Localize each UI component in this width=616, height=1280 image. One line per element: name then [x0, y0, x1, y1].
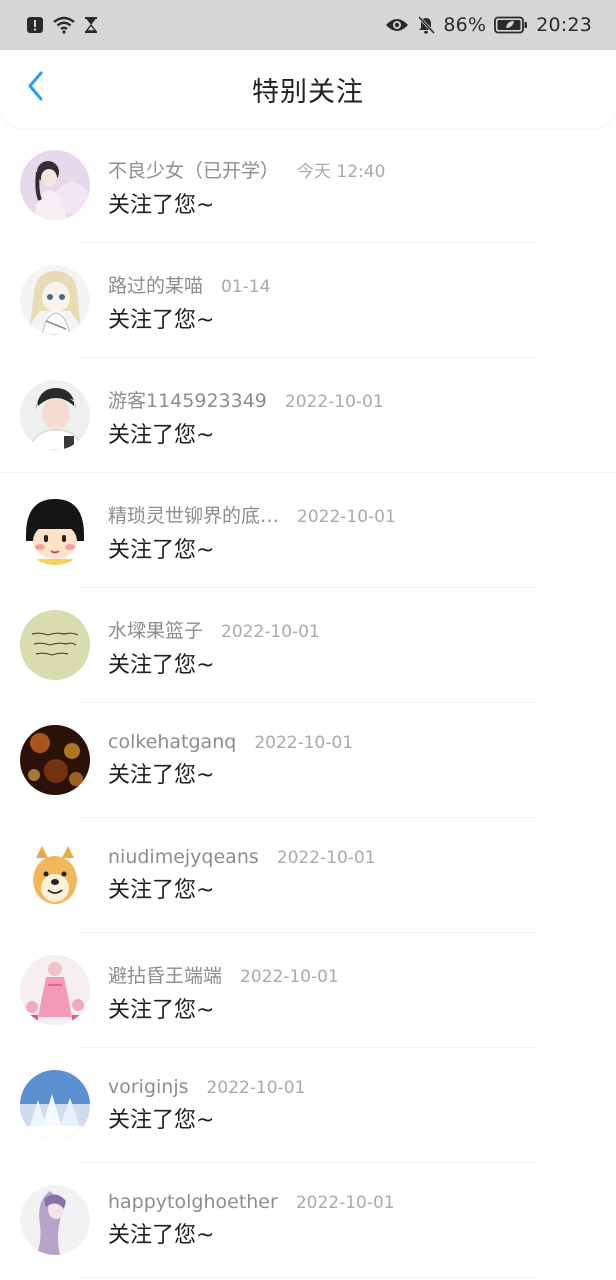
- hourglass-icon: [84, 16, 98, 34]
- timestamp: 2022-10-01: [221, 622, 320, 642]
- user-name[interactable]: voriginjs: [108, 1076, 189, 1098]
- battery-icon: [494, 16, 528, 34]
- back-button[interactable]: [18, 70, 54, 106]
- notification-item[interactable]: 不良少女（已开学） 今天 12:40 关注了您~: [0, 128, 616, 243]
- notification-text: 不良少女（已开学） 今天 12:40 关注了您~: [108, 156, 596, 219]
- user-name[interactable]: 游客1145923349: [108, 386, 267, 413]
- notification-text: 水墚果篮子 2022-10-01 关注了您~: [108, 616, 596, 679]
- avatar[interactable]: [20, 495, 90, 565]
- timestamp: 2022-10-01: [254, 733, 354, 753]
- notification-item[interactable]: colkehatganq 2022-10-01 关注了您~: [0, 703, 616, 818]
- user-name[interactable]: 不良少女（已开学）: [108, 156, 279, 183]
- user-name[interactable]: 避拈昏王端端: [108, 961, 222, 988]
- avatar[interactable]: [20, 725, 90, 795]
- notification-message: 关注了您~: [108, 878, 215, 903]
- notification-item[interactable]: 路过的某喵 01-14 关注了您~: [0, 243, 616, 358]
- notification-item[interactable]: 避拈昏王端端 2022-10-01 关注了您~: [0, 933, 616, 1048]
- bell-off-icon: [417, 15, 436, 35]
- notification-message: 关注了您~: [108, 193, 215, 218]
- avatar[interactable]: [20, 840, 90, 910]
- user-name[interactable]: colkehatganq: [108, 731, 236, 753]
- notification-item[interactable]: niudimejyqeans 2022-10-01 关注了您~: [0, 818, 616, 933]
- notification-item[interactable]: happytolghoether 2022-10-01 关注了您~: [0, 1163, 616, 1278]
- avatar[interactable]: [20, 150, 90, 220]
- notification-item[interactable]: 游客1145923349 2022-10-01 关注了您~: [0, 358, 616, 473]
- notification-text: niudimejyqeans 2022-10-01 关注了您~: [108, 846, 596, 904]
- chevron-left-icon: [26, 70, 46, 106]
- notification-text: 路过的某喵 01-14 关注了您~: [108, 271, 596, 334]
- user-name[interactable]: 精琐灵世铆界的底…: [108, 501, 279, 528]
- user-name[interactable]: 路过的某喵: [108, 271, 203, 298]
- avatar[interactable]: [20, 265, 90, 335]
- notification-text: voriginjs 2022-10-01 关注了您~: [108, 1076, 596, 1134]
- status-bar: 86% 20:23: [0, 0, 616, 50]
- notification-message: 关注了您~: [108, 653, 215, 678]
- avatar[interactable]: [20, 610, 90, 680]
- notification-message: 关注了您~: [108, 423, 215, 448]
- user-name[interactable]: niudimejyqeans: [108, 846, 259, 868]
- app-header: 特别关注: [0, 50, 616, 128]
- timestamp: 2022-10-01: [206, 1078, 306, 1098]
- user-name[interactable]: 水墚果篮子: [108, 616, 203, 643]
- timestamp: 2022-10-01: [284, 392, 384, 412]
- alert-icon: [26, 16, 44, 34]
- battery-percent: 86%: [443, 14, 487, 36]
- avatar[interactable]: [20, 1070, 90, 1140]
- notification-list[interactable]: 不良少女（已开学） 今天 12:40 关注了您~ 路过的某喵 01-14 关注了…: [0, 128, 616, 1278]
- notification-item[interactable]: 水墚果篮子 2022-10-01 关注了您~: [0, 588, 616, 703]
- timestamp: 2022-10-01: [295, 1193, 395, 1213]
- notification-text: 游客1145923349 2022-10-01 关注了您~: [108, 386, 596, 449]
- timestamp: 2022-10-01: [240, 967, 339, 987]
- notification-message: 关注了您~: [108, 998, 215, 1023]
- notification-text: 精琐灵世铆界的底… 2022-10-01 关注了您~: [108, 501, 596, 564]
- avatar[interactable]: [20, 955, 90, 1025]
- timestamp: 2022-10-01: [276, 848, 376, 868]
- timestamp: 2022-10-01: [297, 507, 396, 527]
- notification-message: 关注了您~: [108, 1108, 215, 1133]
- notification-text: colkehatganq 2022-10-01 关注了您~: [108, 731, 596, 789]
- notification-message: 关注了您~: [108, 538, 215, 563]
- page-title: 特别关注: [252, 76, 364, 108]
- status-bar-left: [26, 16, 98, 34]
- timestamp: 今天 12:40: [297, 162, 386, 182]
- notification-message: 关注了您~: [108, 763, 215, 788]
- notification-text: 避拈昏王端端 2022-10-01 关注了您~: [108, 961, 596, 1024]
- timestamp: 01-14: [221, 277, 271, 297]
- avatar[interactable]: [20, 380, 90, 450]
- wifi-icon: [52, 16, 76, 34]
- notification-text: happytolghoether 2022-10-01 关注了您~: [108, 1191, 596, 1249]
- avatar[interactable]: [20, 1185, 90, 1255]
- status-bar-right: 86% 20:23: [385, 14, 592, 36]
- eye-icon: [385, 17, 409, 33]
- notification-item[interactable]: voriginjs 2022-10-01 关注了您~: [0, 1048, 616, 1163]
- notification-item[interactable]: 精琐灵世铆界的底… 2022-10-01 关注了您~: [0, 473, 616, 588]
- user-name[interactable]: happytolghoether: [108, 1191, 278, 1213]
- clock: 20:23: [536, 14, 592, 36]
- notification-message: 关注了您~: [108, 308, 215, 333]
- notification-message: 关注了您~: [108, 1223, 215, 1248]
